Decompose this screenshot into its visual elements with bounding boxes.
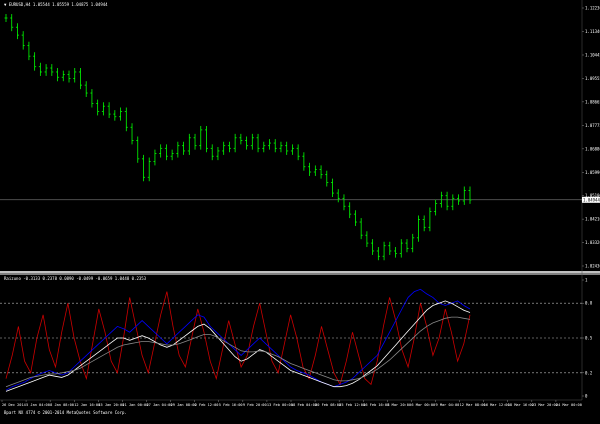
time-axis-label: 5 Jan 04:00 xyxy=(26,403,50,407)
time-axis-label: 21 Jan 00:00 xyxy=(122,403,148,407)
price-axis-label: 1.09555 xyxy=(585,76,600,81)
indicator-axis-label: 0.5 xyxy=(585,336,593,341)
price-axis-label: 1.02430 xyxy=(585,264,600,269)
time-axis-label: 6 Mar 00:00 xyxy=(411,403,435,407)
indicator-axis-label: 0.8 xyxy=(585,301,593,306)
main-chart-title: ▼ EURUSD,H4 1.05544 1.05559 1.04875 1.04… xyxy=(4,2,108,7)
price-axis-label: 1.10445 xyxy=(585,52,600,57)
time-axis-label: 20 Feb 08:00 xyxy=(315,403,341,407)
time-axis-label: 3 Mar 20:00 xyxy=(387,403,411,407)
indicator-title: Raizuno -0.3133 0.2378 0.0890 -0.0499 -0… xyxy=(4,276,147,281)
time-axis-label: 16 Mar 12:00 xyxy=(484,403,510,407)
time-axis-label: 29 Jan 08:00 xyxy=(171,403,197,407)
time-axis-label: 15 Jan 20:00 xyxy=(98,403,124,407)
indicator-series-gray xyxy=(5,316,471,388)
time-axis-label: 12 Jan 16:00 xyxy=(74,403,100,407)
time-axis-label: 12 Mar 08:00 xyxy=(460,403,486,407)
time-axis-label: 26 Feb 16:00 xyxy=(363,403,389,407)
price-axis-label: 1.07775 xyxy=(585,123,600,128)
chart-window[interactable]: 1.12230 1.11340 1.10445 1.09555 1.08665 1.077… xyxy=(0,0,600,420)
chart-canvas[interactable]: 1.12230 1.11340 1.10445 1.09555 1.08665 1.077… xyxy=(0,0,600,420)
time-axis-label: 25 Feb 12:00 xyxy=(339,403,365,407)
time-axis-label: 24 Mar 00:00 xyxy=(556,403,582,407)
time-axis-label: 9 Mar 04:00 xyxy=(436,403,460,407)
price-axis-label: 1.04210 xyxy=(585,217,600,222)
indicator-series-white xyxy=(5,300,471,392)
footer-copyright: Bpart NX 4774 © 2001-2014 MetaQuotes Sof… xyxy=(4,410,127,415)
time-axis-label: 5 Feb 16:00 xyxy=(219,403,243,407)
time-axis-label: 8 Jan 08:00 xyxy=(50,403,74,407)
time-axis-label: 26 Dec 2014 xyxy=(2,403,26,407)
price-axis-label: 1.06880 xyxy=(585,146,600,151)
time-axis-label: 23 Mar 20:00 xyxy=(532,403,558,407)
time-axis-label: 18 Mar 16:00 xyxy=(508,403,534,407)
price-axis-label: 1.11340 xyxy=(585,29,600,34)
price-axis-label: 1.05990 xyxy=(585,170,600,175)
price-axis-label: 1.03320 xyxy=(585,240,600,245)
price-axis-label: 1.08665 xyxy=(585,99,600,104)
indicator-axis-label: 1 xyxy=(585,278,588,283)
time-axis-label: 27 Jan 04:00 xyxy=(147,403,173,407)
time-axis-label: 9 Feb 20:00 xyxy=(243,403,267,407)
time-axis-label: 13 Feb 00:00 xyxy=(267,403,293,407)
current-price-label: 1.04944 xyxy=(583,197,600,202)
time-axis-label: 18 Feb 04:00 xyxy=(291,403,317,407)
indicator-axis-label: 0 xyxy=(585,394,588,399)
time-axis-label: 2 Feb 12:00 xyxy=(195,403,219,407)
price-axis-label: 1.12230 xyxy=(585,6,600,11)
indicator-axis-label: 0.2 xyxy=(585,370,593,375)
